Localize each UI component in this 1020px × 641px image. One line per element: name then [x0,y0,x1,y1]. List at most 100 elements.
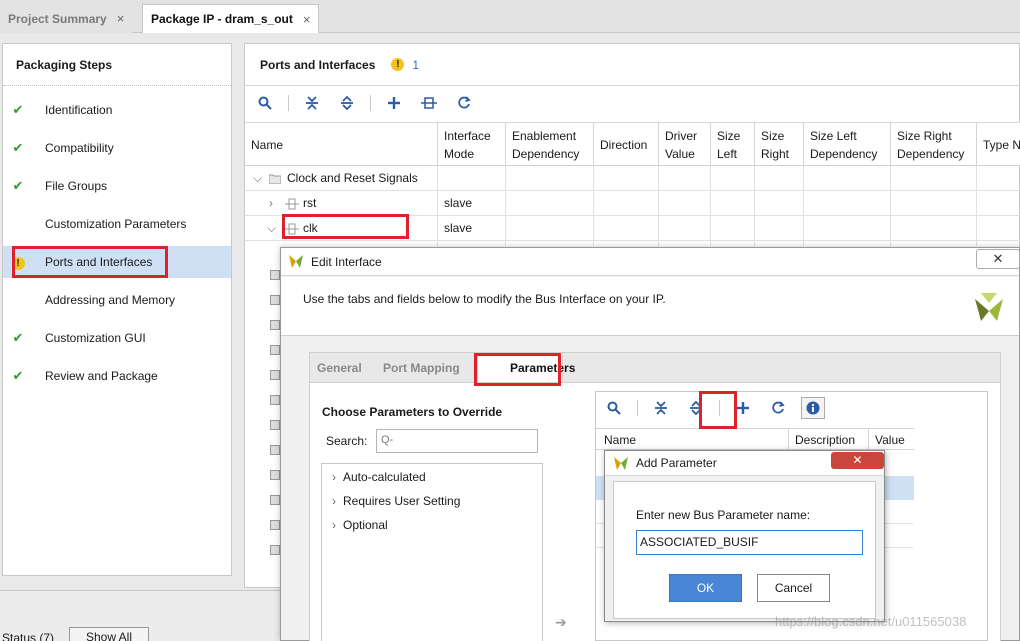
step-customization-gui[interactable]: ✔ Customization GUI [3,322,231,354]
column-header-driver-value[interactable]: Driver Value [658,123,710,167]
parameter-category-tree: › Auto-calculated › Requires User Setting … [321,463,543,641]
vivado-logo-icon [975,293,1003,321]
panel-title: Ports and Interfaces [260,57,376,72]
close-button[interactable]: ✕ [831,452,884,469]
column-header-size-left[interactable]: Size Left [710,123,754,167]
chevron-right-icon[interactable]: › [269,191,273,216]
description-text: Use the tabs and fields below to modify … [303,292,666,306]
column-header-size-right-dependency[interactable]: Size Right Dependency [890,123,976,167]
column-header-type[interactable]: Type N [976,123,1020,167]
check-icon: ✔ [12,178,24,193]
vivado-logo-icon [289,255,303,268]
search-placeholder: Q- [381,434,394,446]
tab-port-mapping[interactable]: Port Mapping [383,353,473,383]
tab-label: Project Summary [8,11,107,26]
step-label: File Groups [45,179,108,193]
step-file-groups[interactable]: ✔ File Groups [3,170,231,202]
step-addressing-and-memory[interactable]: Addressing and Memory [3,284,231,316]
tree-item-optional[interactable]: › Optional [332,514,388,536]
port-icon [285,216,299,241]
packaging-steps-panel: Packaging Steps ✔ Identification ✔ Compa… [2,43,232,576]
chevron-down-icon[interactable]: ⌵ [267,216,276,241]
auto-infer-interface-icon[interactable] [417,92,441,114]
column-header-size-left-dependency[interactable]: Size Left Dependency [803,123,890,167]
editor-tab-bar: Project Summary × Package IP - dram_s_ou… [0,0,1020,33]
column-header-value[interactable]: Value [868,429,911,449]
table-row[interactable]: ⌵ clk slave [245,216,1020,241]
show-all-button[interactable]: Show All [69,627,149,641]
step-label: Review and Package [45,369,158,383]
check-icon: ✔ [12,102,24,117]
status-label: Status (7) [2,631,55,641]
add-parameter-dialog: Add Parameter ✕ Enter new Bus Parameter … [604,450,885,622]
close-icon[interactable]: × [117,11,125,26]
warning-icon: ! [11,257,25,270]
port-icon [285,191,299,216]
parameter-name-input[interactable]: ASSOCIATED_BUSIF [636,530,863,555]
refresh-icon[interactable] [452,92,476,114]
table-header: Name Description Value [596,428,914,450]
dialog-description: Use the tabs and fields below to modify … [281,277,1019,336]
step-review-and-package[interactable]: ✔ Review and Package [3,360,231,392]
search-input[interactable]: Q- [376,429,538,453]
interface-mode: slave [444,221,473,235]
step-label: Addressing and Memory [45,293,176,307]
close-icon[interactable]: × [303,12,311,27]
dialog-title: Add Parameter [636,456,717,470]
refresh-icon[interactable] [766,397,790,419]
column-header-name[interactable]: Name [245,123,435,167]
chevron-right-icon: › [332,494,336,508]
parameter-name-label: Enter new Bus Parameter name: [636,508,811,522]
ports-toolbar [253,92,487,114]
panel-header: Ports and Interfaces ! 1 [245,44,1019,86]
step-label: Ports and Interfaces [45,255,153,269]
collapse-all-icon[interactable] [649,397,673,419]
tab-package-ip[interactable]: Package IP - dram_s_out × [142,4,320,33]
port-name: rst [303,196,317,210]
column-header-name[interactable]: Name [604,433,636,447]
step-ports-and-interfaces[interactable]: ! Ports and Interfaces [3,246,231,278]
chevron-right-icon: › [332,518,336,532]
search-icon[interactable] [253,92,277,114]
tab-general[interactable]: General [317,353,373,383]
ok-button[interactable]: OK [669,574,742,602]
step-label: Identification [45,103,113,117]
watermark: https://blog.csdn.net/u011565038 [775,614,967,629]
search-icon[interactable] [602,397,626,419]
folder-icon [268,166,282,191]
column-header-size-right[interactable]: Size Right [754,123,803,167]
column-header-interface-mode[interactable]: Interface Mode [437,123,505,167]
arrow-right-icon: ➔ [555,614,567,630]
close-button[interactable]: ✕ [976,249,1020,269]
expand-all-icon[interactable] [335,92,359,114]
expand-all-icon[interactable] [684,397,708,419]
cancel-button[interactable]: Cancel [757,574,830,602]
collapse-all-icon[interactable] [300,92,324,114]
choose-parameters-title: Choose Parameters to Override [322,405,503,419]
add-parameter-icon[interactable] [731,397,755,419]
dialog-title-bar: Edit Interface [281,248,1019,276]
column-header-direction[interactable]: Direction [593,123,658,167]
table-row[interactable]: › rst slave [245,191,1020,216]
step-identification[interactable]: ✔ Identification [3,94,231,126]
interface-tabs: General Port Mapping Parameters [309,352,1001,383]
tab-parameters[interactable]: Parameters [477,353,575,383]
parameters-toolbar [602,397,836,419]
warning-count[interactable]: 1 [412,58,419,72]
step-compatibility[interactable]: ✔ Compatibility [3,132,231,164]
search-label: Search: [326,434,368,448]
add-icon[interactable] [382,92,406,114]
column-header-description[interactable]: Description [788,429,861,449]
tree-item-auto-calculated[interactable]: › Auto-calculated [332,466,426,488]
chevron-down-icon[interactable]: ⌵ [253,166,262,191]
step-label: Compatibility [45,141,114,155]
check-icon: ✔ [12,330,24,345]
table-row[interactable]: ⌵ Clock and Reset Signals [245,166,1020,191]
column-header-enablement-dependency[interactable]: Enablement Dependency [505,123,593,167]
info-icon[interactable] [801,397,825,419]
tree-item-requires-user-setting[interactable]: › Requires User Setting [332,490,460,512]
dialog-body: Enter new Bus Parameter name: ASSOCIATED… [613,481,876,619]
tab-project-summary[interactable]: Project Summary × [0,4,133,33]
step-customization-parameters[interactable]: Customization Parameters [3,208,231,240]
step-label: Customization GUI [45,331,146,345]
